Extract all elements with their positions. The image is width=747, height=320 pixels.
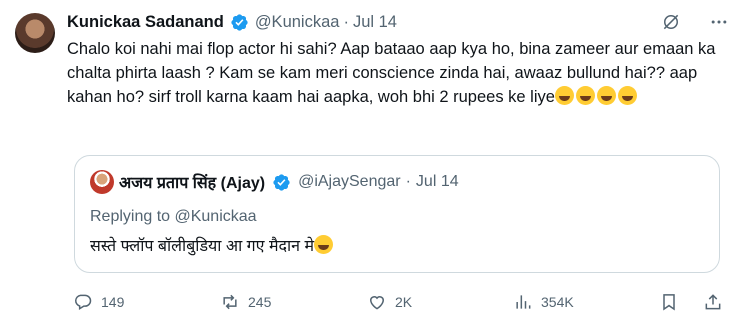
joy-emoji [554, 86, 574, 105]
reply-button[interactable]: 149 [73, 292, 124, 312]
repost-button[interactable]: 245 [220, 292, 271, 312]
quoted-author-handle: @iAjaySengar [298, 173, 401, 190]
joy-emoji [617, 86, 637, 105]
tweet-text: Chalo koi nahi mai flop actor hi sahi? A… [67, 37, 727, 109]
share-button[interactable] [703, 292, 723, 312]
replying-to: Replying to @Kunickaa [90, 208, 257, 225]
tweet-header: Kunickaa Sadanand @Kunickaa · Jul 14 [67, 10, 397, 34]
bookmark-button[interactable] [659, 292, 679, 312]
quoted-author-avatar [90, 170, 114, 194]
view-count: 354K [541, 294, 574, 310]
more-options-icon[interactable] [709, 12, 729, 32]
tweet[interactable]: Kunickaa Sadanand @Kunickaa · Jul 14 Cha… [0, 0, 747, 320]
share-icon [705, 294, 721, 310]
bookmark-icon [663, 294, 675, 311]
like-button[interactable]: 2K [367, 292, 412, 312]
verified-badge-icon [231, 13, 248, 31]
author-avatar[interactable] [15, 13, 55, 53]
quoted-header: अजय प्रताप सिंह (Ajay) @iAjaySengar · Ju… [90, 170, 459, 194]
reply-count: 149 [101, 294, 125, 310]
like-count: 2K [395, 294, 413, 310]
quoted-text-content: सस्ते फ्लॉप बॉलीबुडिया आ गए मैदान मे [90, 238, 315, 255]
joy-emoji [596, 86, 616, 105]
quoted-date: Jul 14 [415, 173, 459, 190]
dot-separator: · [405, 173, 411, 190]
author-handle[interactable]: @Kunickaa [255, 13, 340, 32]
top-actions [661, 12, 729, 32]
author-name[interactable]: Kunickaa Sadanand [67, 13, 224, 32]
views-button[interactable]: 354K [513, 292, 574, 312]
grok-icon[interactable] [661, 12, 681, 32]
analytics-icon [516, 295, 531, 309]
rofl-emoji [314, 235, 334, 254]
quoted-text: सस्ते फ्लॉप बॉलीबुडिया आ गए मैदान मे [90, 234, 335, 256]
reply-icon [75, 294, 92, 310]
repost-icon [223, 294, 237, 310]
joy-emoji [575, 86, 595, 105]
quoted-author-name: अजय प्रताप सिंह (Ajay) [119, 175, 266, 192]
quoted-tweet[interactable]: अजय प्रताप सिंह (Ajay) @iAjaySengar · Ju… [74, 155, 720, 273]
tweet-date[interactable]: Jul 14 [353, 13, 397, 32]
heart-icon [369, 296, 385, 310]
repost-count: 245 [248, 294, 272, 310]
dot-separator: · [343, 12, 349, 31]
verified-badge-icon [273, 173, 290, 191]
action-bar: 149 245 2K 354K [67, 292, 727, 316]
